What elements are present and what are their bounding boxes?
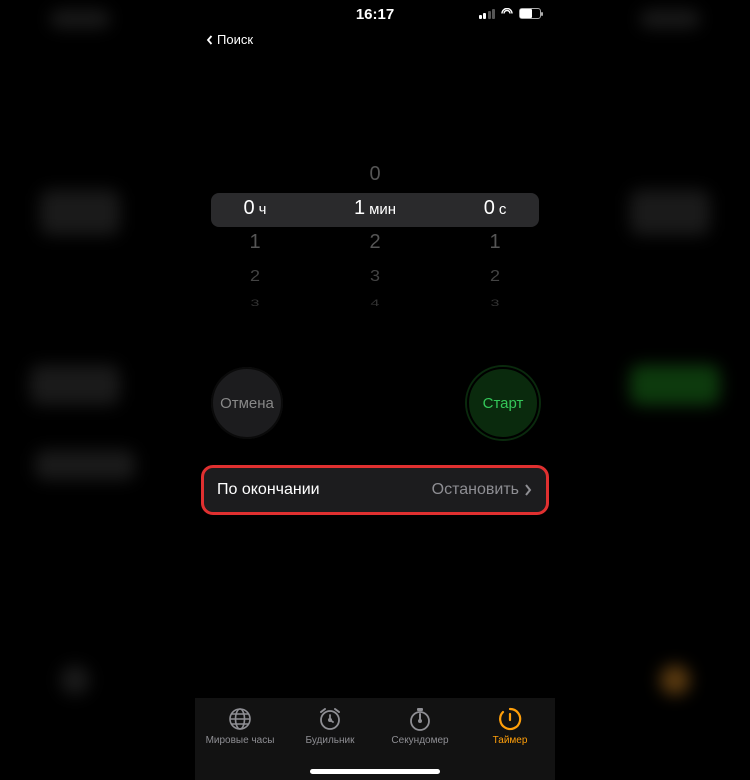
stopwatch-icon bbox=[407, 706, 433, 732]
status-time: 16:17 bbox=[356, 6, 394, 23]
chevron-right-icon bbox=[523, 483, 533, 497]
minutes-column[interactable]: 0 1мин 2 3 4 bbox=[315, 157, 435, 317]
time-picker[interactable]: 0ч 1 2 3 0 1мин 2 3 4 0с 1 2 3 bbox=[195, 157, 555, 317]
seconds-column[interactable]: 0с 1 2 3 bbox=[435, 157, 555, 317]
timer-icon bbox=[497, 706, 523, 732]
start-button[interactable]: Старт bbox=[467, 367, 539, 439]
tab-bar: Мировые часы Будильник Секундомер bbox=[195, 698, 555, 780]
status-bar: 16:17 bbox=[195, 0, 555, 44]
link-icon bbox=[500, 8, 514, 19]
end-label: По окончании bbox=[217, 481, 320, 499]
hours-column[interactable]: 0ч 1 2 3 bbox=[195, 157, 315, 317]
home-indicator[interactable] bbox=[310, 769, 440, 774]
signal-icon bbox=[479, 9, 496, 19]
alarm-icon bbox=[317, 706, 343, 732]
globe-icon bbox=[227, 706, 253, 732]
cancel-button[interactable]: Отмена bbox=[211, 367, 283, 439]
end-value: Остановить bbox=[432, 481, 533, 499]
control-buttons: Отмена Старт bbox=[195, 367, 555, 439]
tab-timer[interactable]: Таймер bbox=[465, 706, 555, 780]
tab-worldclock[interactable]: Мировые часы bbox=[195, 706, 285, 780]
phone-viewport: 16:17 Поиск 0ч 1 2 3 0 1мин 2 3 4 bbox=[195, 0, 555, 780]
when-timer-ends-row[interactable]: По окончании Остановить bbox=[203, 467, 547, 513]
battery-icon bbox=[519, 8, 541, 19]
status-right bbox=[479, 8, 542, 19]
